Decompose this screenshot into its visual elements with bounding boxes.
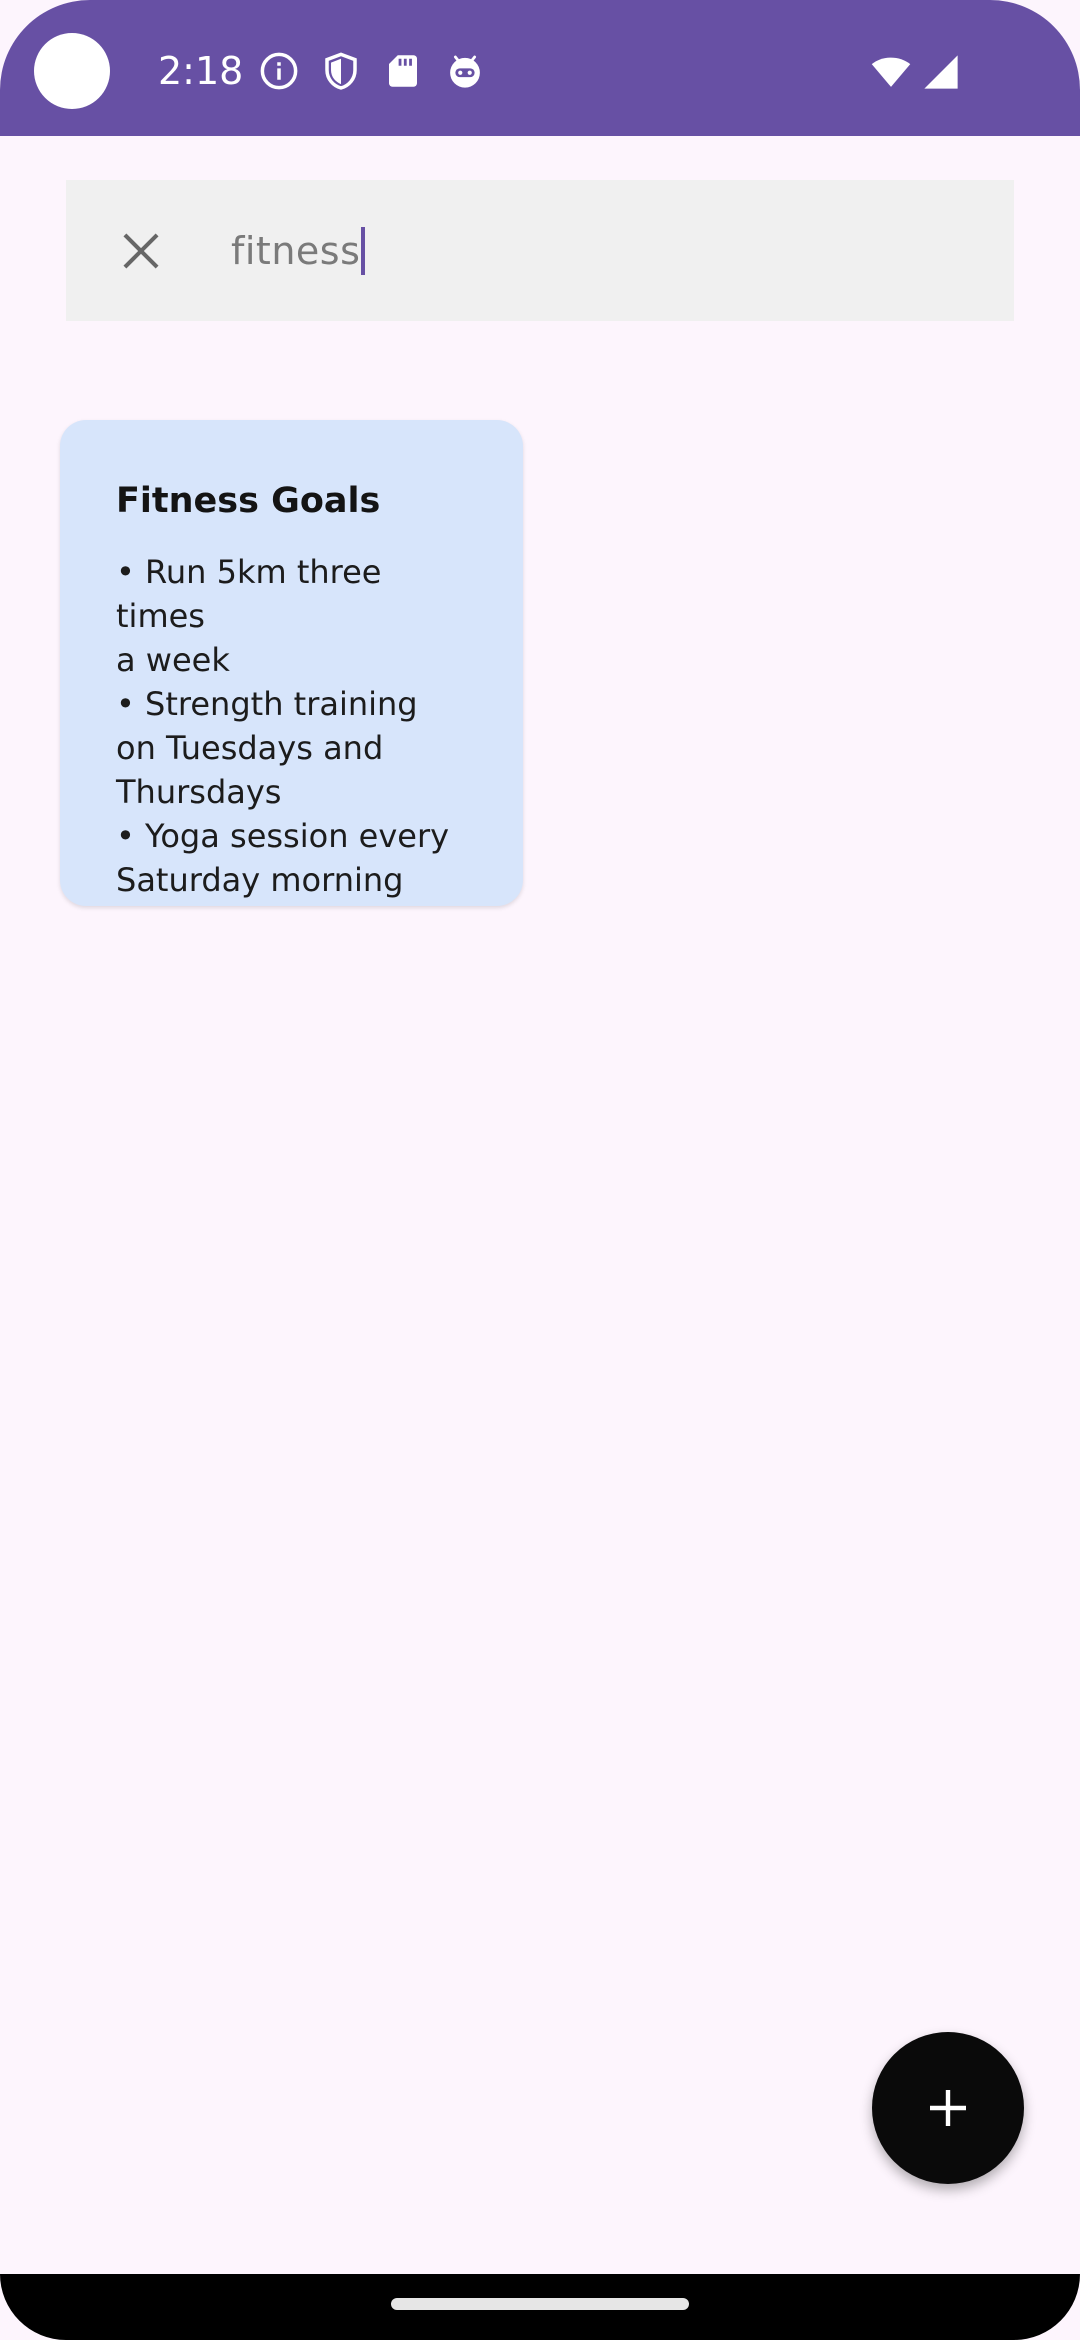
navigation-bar bbox=[0, 2274, 1080, 2340]
text-cursor bbox=[361, 227, 366, 275]
note-line: • Run 5km three times bbox=[116, 553, 382, 635]
info-icon bbox=[260, 52, 298, 90]
status-time: 2:18 bbox=[158, 49, 244, 93]
search-input[interactable]: fitness bbox=[231, 215, 366, 287]
shield-icon bbox=[325, 52, 357, 90]
android-face-icon bbox=[450, 55, 480, 88]
search-bar: fitness bbox=[66, 180, 1014, 321]
note-line: Thursdays bbox=[116, 773, 282, 811]
camera-cutout bbox=[34, 33, 110, 109]
note-card[interactable]: Fitness Goals • Run 5km three times a we… bbox=[60, 420, 523, 906]
sd-card-icon bbox=[389, 55, 417, 87]
status-icons-left bbox=[258, 50, 486, 92]
status-icons-right bbox=[870, 52, 962, 92]
note-title: Fitness Goals bbox=[116, 481, 381, 521]
note-line: a week bbox=[116, 641, 230, 679]
wifi-icon bbox=[871, 57, 911, 87]
note-line: • Yoga session every bbox=[116, 817, 450, 855]
close-icon bbox=[123, 233, 159, 269]
note-line: on Tuesdays and bbox=[116, 729, 384, 767]
home-gesture-handle[interactable] bbox=[391, 2298, 689, 2310]
note-body: • Run 5km three times a week • Strength … bbox=[116, 550, 467, 902]
note-line: Saturday morning bbox=[116, 861, 404, 899]
plus-icon bbox=[930, 2090, 966, 2126]
cellular-signal-icon bbox=[924, 55, 958, 89]
note-line: • Strength training bbox=[116, 685, 418, 723]
search-query: fitness bbox=[231, 229, 361, 273]
status-bar: 2:18 bbox=[0, 0, 1080, 136]
clear-search-button[interactable] bbox=[106, 216, 176, 286]
add-note-button[interactable] bbox=[872, 2032, 1024, 2184]
